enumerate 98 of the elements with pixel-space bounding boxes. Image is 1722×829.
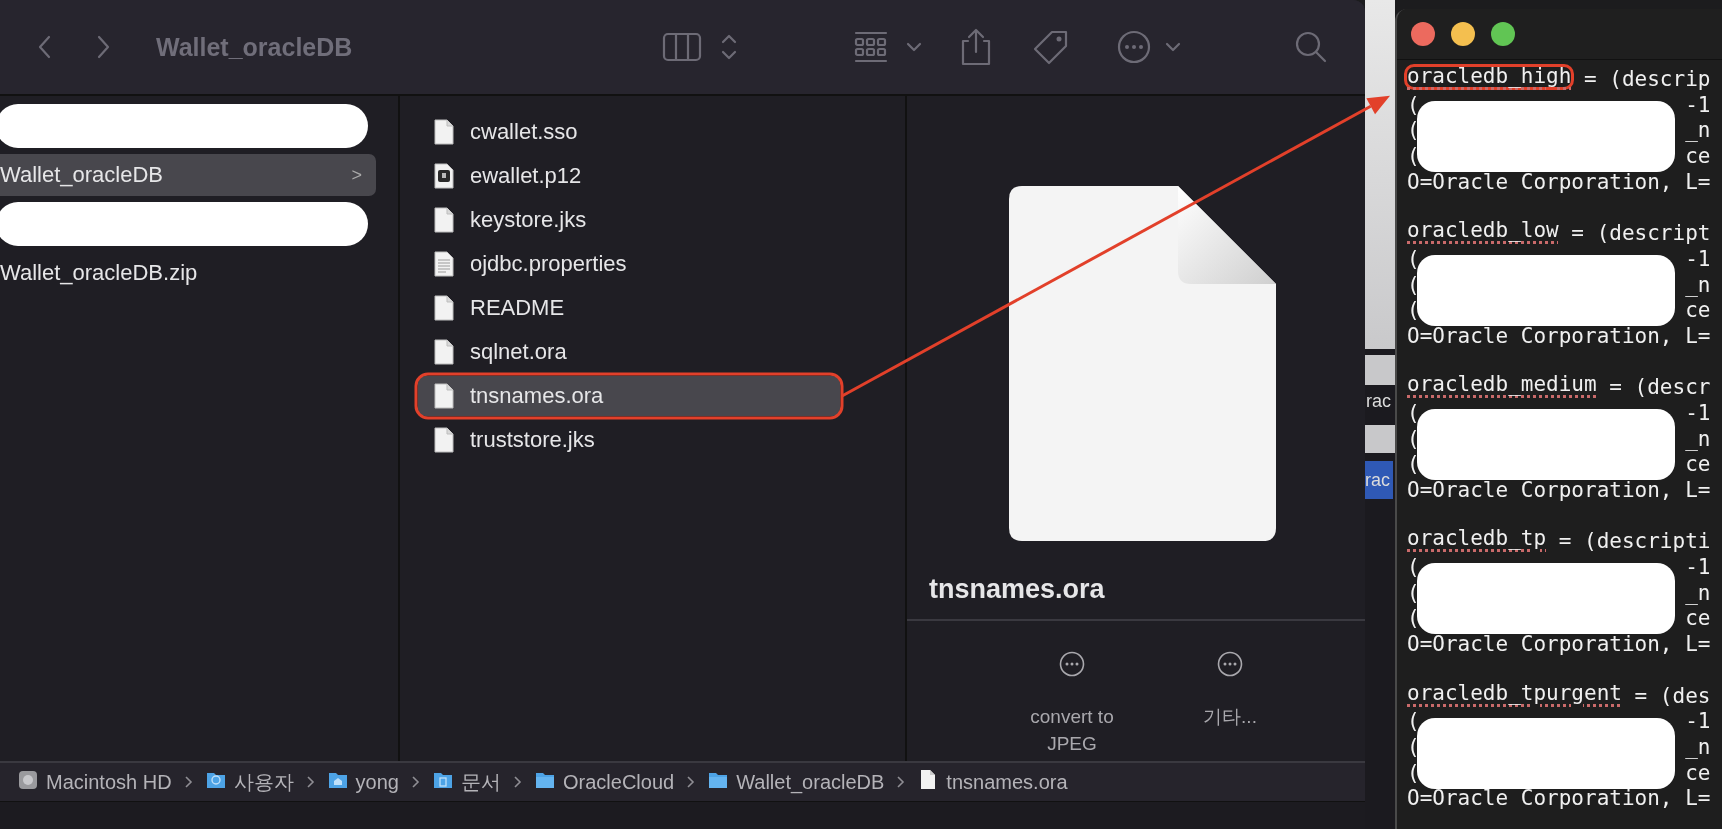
code-text: -1 <box>1685 555 1711 581</box>
chevron-down-icon[interactable] <box>1165 41 1181 53</box>
code-text: ce <box>1685 760 1711 787</box>
code-text: -1 <box>1685 709 1711 735</box>
path-item[interactable]: OracleCloud <box>535 769 675 795</box>
file-row[interactable]: tnsnames.ora <box>418 376 840 416</box>
file-row[interactable]: truststore.jks <box>418 420 840 460</box>
share-icon[interactable] <box>960 28 992 66</box>
code-text: oracledb_medium <box>1407 372 1597 397</box>
code-text: -1 <box>1685 246 1711 273</box>
document-icon <box>434 339 454 365</box>
code-text: = (des <box>1634 683 1711 710</box>
close-button[interactable] <box>1411 22 1435 46</box>
file-row[interactable]: keystore.jks <box>418 200 840 240</box>
path-item[interactable]: Wallet_oracleDB <box>708 769 885 795</box>
chevron-right-icon <box>183 775 194 789</box>
folder-item[interactable]: Wallet_oracleDB > <box>0 154 376 196</box>
code-text: ( <box>1407 426 1420 453</box>
text-document-icon <box>434 251 454 277</box>
file-row[interactable]: ojdbc.properties <box>418 244 840 284</box>
code-text: ( <box>1407 734 1420 761</box>
code-text: ce <box>1685 298 1711 324</box>
code-text: ( <box>1407 452 1420 478</box>
code-text: ce <box>1685 144 1711 170</box>
action-button[interactable]: 기타... <box>1170 651 1290 757</box>
code-text: ( <box>1407 555 1420 581</box>
action-button[interactable]: convert to JPEG <box>1012 651 1132 757</box>
code-text: O=Oracle Corporation, L= <box>1407 169 1711 196</box>
code-text: -1 <box>1685 400 1711 427</box>
code-text: oracledb_high <box>1407 64 1572 88</box>
path-item[interactable]: tnsnames.ora <box>918 769 1068 795</box>
document-icon <box>434 207 454 233</box>
file-row[interactable]: sqlnet.ora <box>418 332 840 372</box>
chevron-right-icon <box>513 775 523 789</box>
path-item[interactable]: yong <box>327 769 399 795</box>
code-text: O=Oracle Corporation, L= <box>1407 323 1711 350</box>
code-text: _n <box>1685 272 1711 299</box>
code-text: O=Oracle Corporation, L= <box>1407 632 1711 658</box>
file-row[interactable]: README <box>418 288 840 328</box>
chevron-right-icon <box>411 775 421 789</box>
document-icon <box>434 119 454 145</box>
code-text: O=Oracle Corporation, L= <box>1407 478 1711 504</box>
path-item[interactable]: 문서 <box>433 768 501 796</box>
code-text: ( <box>1407 144 1420 170</box>
up-down-chevron-icon[interactable] <box>720 33 738 61</box>
code-text: ( <box>1407 580 1420 607</box>
document-preview-icon <box>1008 185 1278 543</box>
code-text: _n <box>1685 118 1711 145</box>
chevron-right-icon <box>305 775 316 789</box>
code-text: ( <box>1407 92 1420 119</box>
certificate-document-icon <box>434 163 454 189</box>
background-text: rac <box>1365 461 1393 499</box>
code-text: -1 <box>1685 92 1711 119</box>
code-text: ( <box>1407 298 1420 324</box>
background-bar <box>1365 355 1395 385</box>
column-view-icon[interactable] <box>662 32 702 62</box>
code-text: ( <box>1407 246 1420 273</box>
code-text: = (descr <box>1609 375 1711 401</box>
document-icon <box>434 383 454 409</box>
background-bar <box>1365 425 1395 453</box>
code-text: ( <box>1407 709 1420 735</box>
minimize-button[interactable] <box>1451 22 1475 46</box>
code-text: = (descript <box>1571 221 1711 247</box>
code-text: = (descripti <box>1558 529 1711 556</box>
document-icon <box>434 427 454 453</box>
code-text: oracledb_low <box>1407 218 1559 243</box>
chevron-right-icon <box>896 775 907 789</box>
code-text: ce <box>1685 452 1711 478</box>
code-text: oracledb_tpurgent <box>1407 680 1622 705</box>
code-text: ( <box>1407 606 1420 633</box>
zoom-button[interactable] <box>1491 22 1515 46</box>
code-text: ( <box>1407 760 1420 787</box>
back-button[interactable] <box>36 34 52 60</box>
grid-view-icon[interactable] <box>854 31 888 63</box>
code-text: ce <box>1685 606 1711 633</box>
window-title: Wallet_oracleDB <box>156 32 353 62</box>
code-text: = (descrip <box>1584 67 1711 93</box>
background-text: rac <box>1365 390 1392 413</box>
code-text: _n <box>1685 580 1711 607</box>
path-item[interactable]: 사용자 <box>205 768 294 796</box>
forward-button[interactable] <box>96 34 112 60</box>
path-item[interactable]: Macintosh HD <box>18 769 172 795</box>
chevron-right-icon <box>686 775 697 789</box>
search-icon[interactable] <box>1295 31 1327 63</box>
code-text: _n <box>1685 426 1711 453</box>
chevron-down-icon[interactable] <box>906 41 922 53</box>
code-text: ( <box>1407 272 1420 299</box>
folder-item[interactable]: Wallet_oracleDB.zip <box>0 252 376 294</box>
code-text: ( <box>1407 400 1420 427</box>
tag-icon[interactable] <box>1032 28 1069 66</box>
more-icon[interactable] <box>1117 30 1151 64</box>
document-icon <box>434 295 454 321</box>
code-text: _n <box>1685 734 1711 761</box>
code-text: oracledb_tp <box>1407 526 1547 551</box>
file-row[interactable]: cwallet.sso <box>418 112 840 152</box>
code-text: ( <box>1407 118 1420 145</box>
file-row[interactable]: ewallet.p12 <box>418 156 840 196</box>
code-text: O=Oracle Corporation, L= <box>1407 786 1711 812</box>
